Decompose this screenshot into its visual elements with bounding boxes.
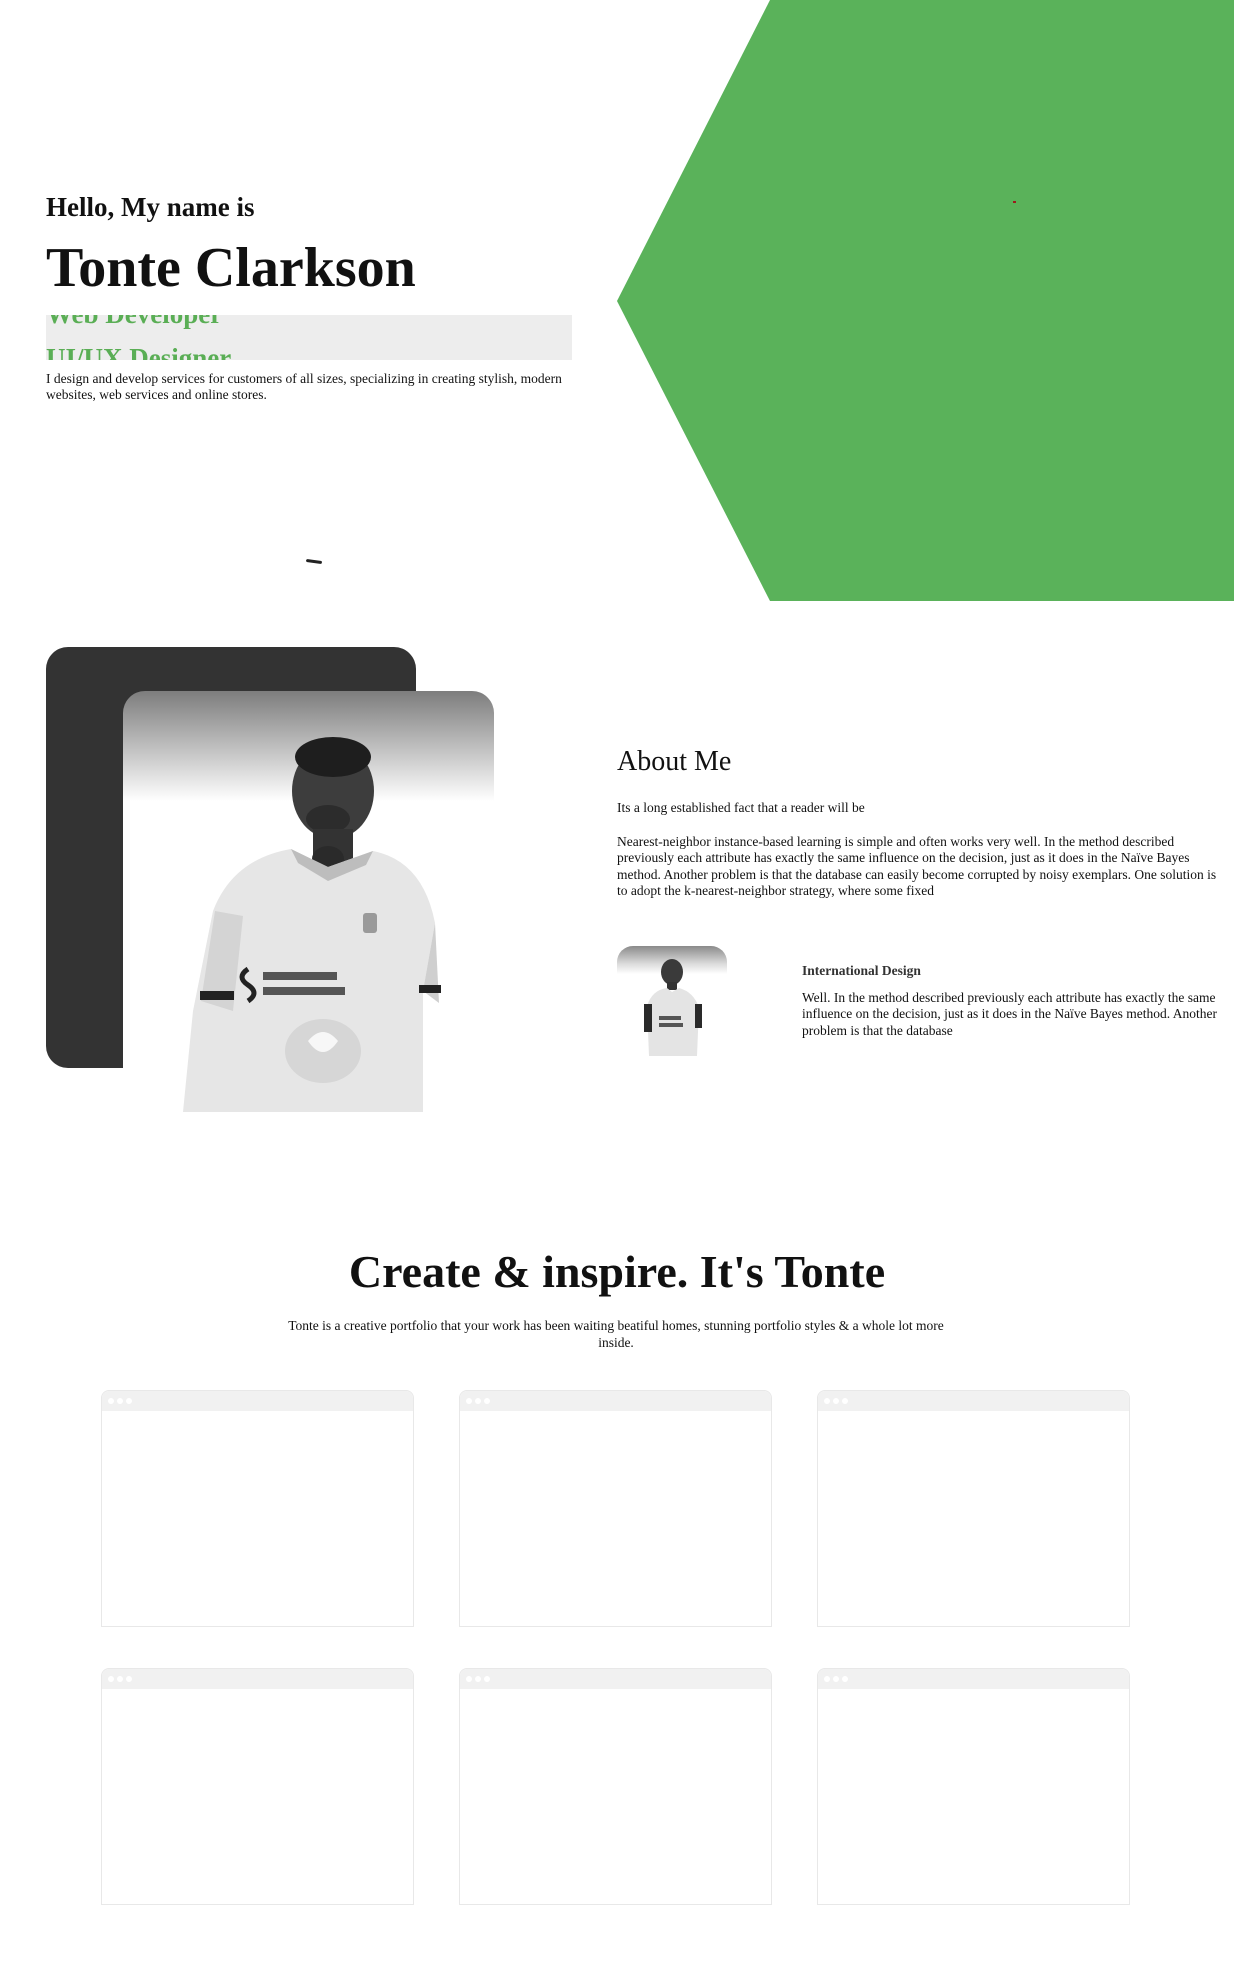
feature-body: Well. In the method described previously… (802, 990, 1218, 1038)
window-dot-icon (126, 1676, 132, 1682)
window-dot-icon (466, 1398, 472, 1404)
window-dot-icon (475, 1398, 481, 1404)
window-dot-icon (833, 1676, 839, 1682)
window-dot-icon (833, 1398, 839, 1404)
window-dot-icon (484, 1398, 490, 1404)
window-dot-icon (117, 1676, 123, 1682)
portfolio-card[interactable] (817, 1390, 1130, 1627)
hero-name: Tonte Clarkson (46, 237, 416, 299)
role-text: Web Developer (46, 315, 222, 328)
portfolio-card[interactable] (101, 1668, 414, 1905)
browser-bar (818, 1669, 1129, 1689)
hero-green-hexagon (617, 0, 1234, 601)
hero-greeting: Hello, My name is (46, 192, 255, 222)
window-dot-icon (108, 1398, 114, 1404)
hero-role-rotator: Web Developer UI/UX Designer (46, 315, 572, 360)
window-dot-icon (824, 1676, 830, 1682)
about-body: Nearest-neighbor instance-based learning… (617, 834, 1217, 899)
window-dot-icon (466, 1676, 472, 1682)
window-dot-icon (126, 1398, 132, 1404)
portrait-thumbnail-icon (644, 959, 702, 1056)
browser-bar (102, 1669, 413, 1689)
window-dot-icon (117, 1398, 123, 1404)
window-dot-icon (824, 1398, 830, 1404)
about-photo (123, 691, 494, 1112)
window-dot-icon (842, 1398, 848, 1404)
portfolio-card[interactable] (101, 1390, 414, 1627)
about-title: About Me (617, 746, 732, 777)
decorative-dot (1013, 201, 1016, 203)
window-dot-icon (484, 1676, 490, 1682)
browser-bar (102, 1391, 413, 1411)
portfolio-card[interactable] (459, 1390, 772, 1627)
portfolio-title: Create & inspire. It's Tonte (348, 1246, 886, 1297)
feature-title: International Design (802, 963, 921, 978)
window-dot-icon (108, 1676, 114, 1682)
hero-intro: I design and develop services for custom… (46, 371, 562, 403)
browser-bar (460, 1669, 771, 1689)
browser-bar (460, 1391, 771, 1411)
window-dot-icon (842, 1676, 848, 1682)
feature-thumbnail (617, 946, 727, 1056)
browser-bar (818, 1391, 1129, 1411)
portrait-photo-icon (183, 737, 441, 1112)
role-text: UI/UX Designer (46, 343, 232, 361)
window-dot-icon (475, 1676, 481, 1682)
about-lead: Its a long established fact that a reade… (617, 800, 865, 815)
portfolio-card[interactable] (459, 1668, 772, 1905)
portfolio-card[interactable] (817, 1668, 1130, 1905)
portfolio-subtitle: Tonte is a creative portfolio that your … (288, 1318, 944, 1350)
